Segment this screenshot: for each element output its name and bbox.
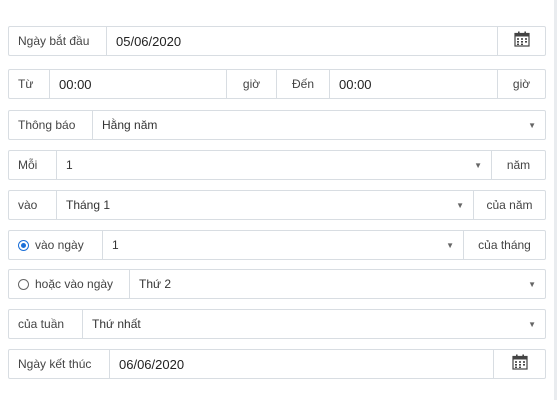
month-row: vào Tháng 1 ▼ của năm bbox=[8, 190, 546, 220]
calendar-icon bbox=[511, 354, 528, 375]
to-time-input[interactable]: 00:00 bbox=[330, 70, 498, 98]
on-day-select[interactable]: 1 ▼ bbox=[103, 231, 464, 259]
month-select[interactable]: Tháng 1 ▼ bbox=[57, 191, 474, 219]
every-select[interactable]: 1 ▼ bbox=[57, 151, 492, 179]
on-day-label: vào ngày bbox=[35, 238, 84, 252]
start-date-row: Ngày bắt đầu 05/06/2020 bbox=[8, 26, 546, 56]
week-select-value: Thứ nhất bbox=[92, 317, 141, 331]
notify-select-value: Hằng năm bbox=[102, 118, 158, 132]
end-date-label: Ngày kết thúc bbox=[9, 350, 110, 378]
chevron-down-icon: ▼ bbox=[528, 319, 536, 329]
or-on-day-radio[interactable]: hoặc vào ngày bbox=[9, 270, 130, 298]
every-row: Mỗi 1 ▼ năm bbox=[8, 150, 546, 180]
on-day-radio[interactable]: vào ngày bbox=[9, 231, 103, 259]
every-unit-label: năm bbox=[506, 158, 531, 172]
start-date-label: Ngày bắt đầu bbox=[9, 27, 107, 55]
month-label: vào bbox=[9, 191, 57, 219]
weekday-select[interactable]: Thứ 2 ▼ bbox=[130, 270, 545, 298]
weekday-select-value: Thứ 2 bbox=[139, 277, 172, 291]
radio-checked-icon bbox=[18, 239, 29, 251]
chevron-down-icon: ▼ bbox=[528, 120, 536, 130]
start-date-calendar-button[interactable] bbox=[498, 27, 545, 55]
from-unit-label: giờ bbox=[227, 70, 277, 98]
week-label: của tuần bbox=[9, 310, 83, 338]
or-on-day-row: hoặc vào ngày Thứ 2 ▼ bbox=[8, 269, 546, 299]
every-select-value: 1 bbox=[66, 158, 73, 172]
calendar-icon bbox=[513, 31, 530, 52]
radio-unchecked-icon bbox=[18, 278, 29, 290]
chevron-down-icon: ▼ bbox=[474, 160, 482, 170]
month-suffix-label: của năm bbox=[486, 198, 533, 212]
start-date-input[interactable]: 05/06/2020 bbox=[107, 27, 498, 55]
time-range-row: Từ 00:00 giờ Đến 00:00 giờ bbox=[8, 69, 546, 99]
from-time-input[interactable]: 00:00 bbox=[50, 70, 227, 98]
month-select-value: Tháng 1 bbox=[66, 198, 111, 212]
week-select[interactable]: Thứ nhất ▼ bbox=[83, 310, 545, 338]
notify-select[interactable]: Hằng năm ▼ bbox=[93, 111, 545, 139]
on-day-suffix-label: của tháng bbox=[478, 238, 531, 252]
on-day-row: vào ngày 1 ▼ của tháng bbox=[8, 230, 546, 260]
end-date-calendar-button[interactable] bbox=[494, 350, 545, 378]
or-on-day-label: hoặc vào ngày bbox=[35, 277, 114, 291]
end-date-row: Ngày kết thúc 06/06/2020 bbox=[8, 349, 546, 379]
week-row: của tuần Thứ nhất ▼ bbox=[8, 309, 546, 339]
end-date-input[interactable]: 06/06/2020 bbox=[110, 350, 494, 378]
notify-label: Thông báo bbox=[9, 111, 93, 139]
every-label: Mỗi bbox=[9, 151, 57, 179]
on-day-select-value: 1 bbox=[112, 238, 119, 252]
chevron-down-icon: ▼ bbox=[446, 240, 454, 250]
to-label: Đến bbox=[277, 70, 330, 98]
chevron-down-icon: ▼ bbox=[456, 200, 464, 210]
chevron-down-icon: ▼ bbox=[528, 279, 536, 289]
from-label: Từ bbox=[9, 70, 50, 98]
to-unit-label: giờ bbox=[512, 77, 531, 91]
recurrence-form: Ngày bắt đầu 05/06/2020 Từ 00:00 giờ Đến… bbox=[0, 0, 557, 400]
notify-row: Thông báo Hằng năm ▼ bbox=[8, 110, 546, 140]
